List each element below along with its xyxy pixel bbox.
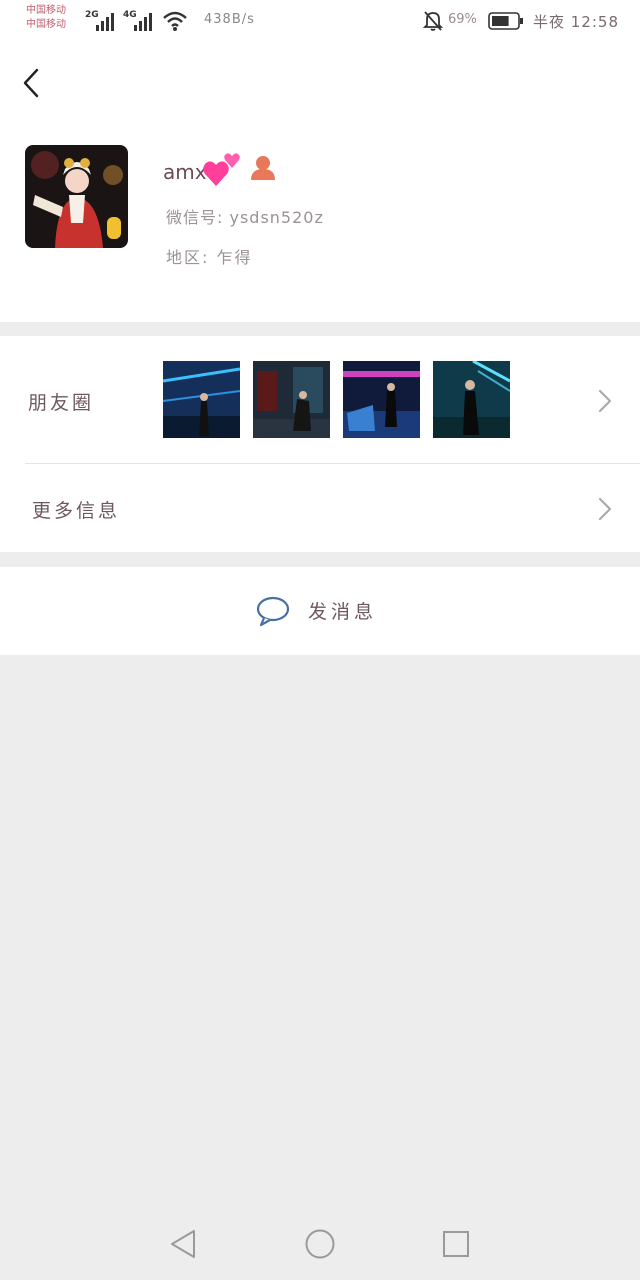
divider xyxy=(25,463,640,464)
info-section: 朋友圈 更多信息 xyxy=(0,336,640,552)
system-nav-bar xyxy=(0,1208,640,1280)
profile-name: amx xyxy=(163,160,207,184)
signal-icon xyxy=(134,13,152,31)
send-message-button[interactable]: 发消息 xyxy=(0,567,640,655)
more-info-label: 更多信息 xyxy=(32,500,121,522)
wechat-id: 微信号: ysdsn520z xyxy=(166,208,324,227)
triangle-back-icon[interactable] xyxy=(168,1228,198,1260)
carrier-2: 中国移动 xyxy=(26,19,66,30)
moments-thumbnail xyxy=(343,361,420,438)
battery-icon xyxy=(488,12,523,30)
moments-label: 朋友圈 xyxy=(28,392,95,414)
carrier-1: 中国移动 xyxy=(26,5,66,16)
avatar[interactable] xyxy=(25,145,128,248)
back-arrow-icon[interactable] xyxy=(18,64,46,102)
chevron-right-icon xyxy=(598,497,612,521)
wifi-icon xyxy=(163,11,187,31)
chat-bubble-icon xyxy=(256,596,290,627)
send-message-label: 发消息 xyxy=(308,601,378,623)
moments-thumbnail xyxy=(253,361,330,438)
square-recent-icon[interactable] xyxy=(441,1229,471,1259)
region: 地区: 乍得 xyxy=(166,248,253,267)
header-bar xyxy=(0,44,640,124)
muted-bell-icon xyxy=(423,11,443,31)
chevron-right-icon xyxy=(598,389,612,413)
circle-home-icon[interactable] xyxy=(304,1228,336,1260)
carrier-labels: 中国移动 中国移动 xyxy=(26,4,66,32)
profile-card: amx 微信号: ysdsn520z 地区: 乍得 xyxy=(0,124,640,322)
network-speed: 438B/s xyxy=(204,12,255,27)
moments-thumbnail xyxy=(433,361,510,438)
battery-percent: 69% xyxy=(448,12,477,27)
status-bar: 中国移动 中国移动 2G 4G 438B/s 69% 半夜 12:58 xyxy=(0,0,640,44)
two-hearts-emoji xyxy=(203,153,240,186)
user-icon xyxy=(251,156,275,180)
moments-thumbnail xyxy=(163,361,240,438)
signal-icon xyxy=(96,13,114,31)
clock: 半夜 12:58 xyxy=(533,13,619,31)
